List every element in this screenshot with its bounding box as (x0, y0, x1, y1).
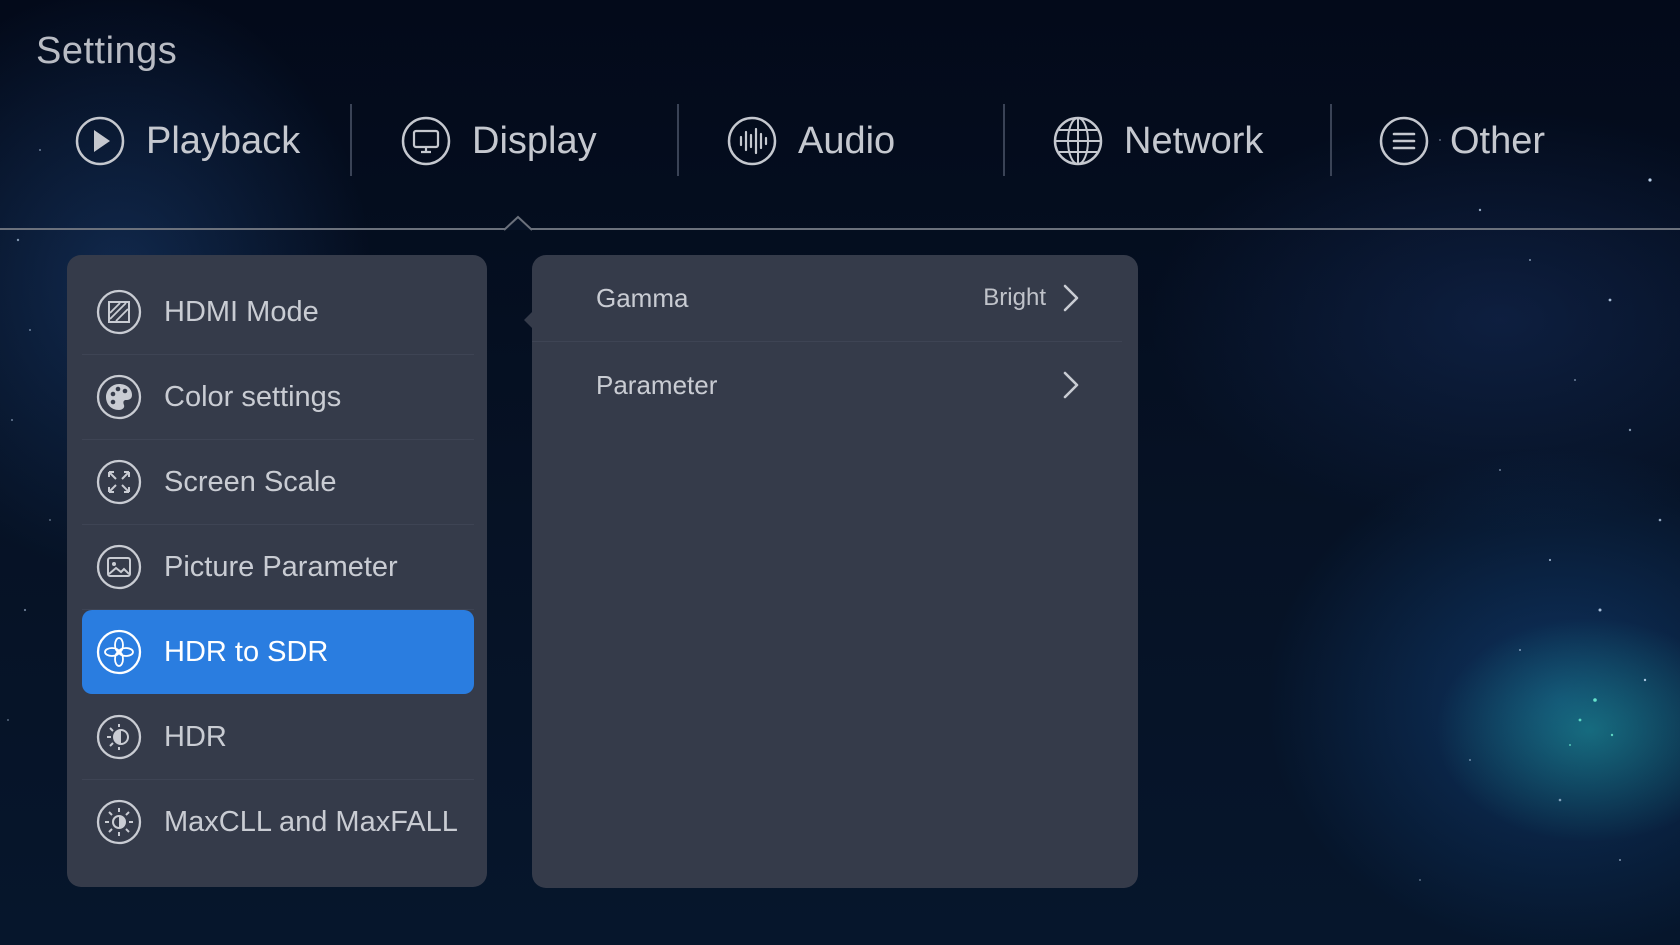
tab-label: Display (472, 119, 597, 162)
half-sun-icon (96, 714, 142, 760)
sidebar-item-color-settings[interactable]: Color settings (82, 355, 474, 440)
sidebar-item-label: HDR to SDR (164, 635, 329, 668)
expand-arrows-icon (96, 459, 142, 505)
gamma-row[interactable]: Gamma Bright (532, 255, 1122, 342)
hdmi-mode-icon (96, 289, 142, 335)
sun-icon (96, 799, 142, 845)
chevron-right-icon (1063, 284, 1079, 312)
tab-underline-divider (0, 228, 1680, 230)
sidebar-item-screen-scale[interactable]: Screen Scale (82, 440, 474, 525)
sidebar-item-picture-parameter[interactable]: Picture Parameter (82, 525, 474, 610)
tab-display[interactable]: Display (400, 100, 597, 182)
gamma-value: Bright (983, 284, 1046, 311)
tab-divider (1330, 104, 1332, 176)
tab-divider (677, 104, 679, 176)
tab-label: Other (1450, 119, 1546, 162)
monitor-icon (400, 115, 452, 167)
sidebar-item-label: MaxCLL and MaxFALL (164, 805, 458, 838)
sidebar-item-label: Color settings (164, 380, 342, 413)
sidebar-item-label: HDMI Mode (164, 295, 319, 328)
tab-other[interactable]: Other (1378, 100, 1545, 182)
tab-divider (1003, 104, 1005, 176)
tab-network[interactable]: Network (1052, 100, 1263, 182)
sidebar-item-hdr[interactable]: HDR (82, 695, 474, 780)
flower-icon (96, 629, 142, 675)
picture-icon (96, 544, 142, 590)
sidebar-item-maxcll-maxfall[interactable]: MaxCLL and MaxFALL (82, 780, 474, 864)
sidebar-item-hdr-to-sdr[interactable]: HDR to SDR (82, 610, 474, 694)
globe-icon (1052, 115, 1104, 167)
gamma-label: Gamma (596, 282, 689, 313)
hdr-to-sdr-detail-panel: Gamma Bright Parameter (532, 255, 1138, 888)
play-icon (74, 115, 126, 167)
sidebar-item-hdmi-mode[interactable]: HDMI Mode (82, 270, 474, 355)
display-submenu-panel: HDMI Mode Color settings Screen Scale Pi… (67, 255, 487, 887)
sidebar-item-label: Screen Scale (164, 465, 337, 498)
parameter-label: Parameter (596, 369, 718, 400)
top-tab-bar: Playback Display Audio Network Other (0, 100, 1680, 182)
parameter-row[interactable]: Parameter (532, 342, 1122, 428)
audio-wave-icon (726, 115, 778, 167)
menu-lines-icon (1378, 115, 1430, 167)
chevron-right-icon (1063, 371, 1079, 399)
sidebar-item-label: Picture Parameter (164, 550, 398, 583)
tab-label: Audio (798, 119, 896, 162)
palette-icon (96, 374, 142, 420)
page-title: Settings (36, 30, 178, 72)
tab-label: Network (1124, 119, 1264, 162)
sidebar-item-label: HDR (164, 720, 227, 753)
tab-divider (350, 104, 352, 176)
tab-playback[interactable]: Playback (74, 100, 300, 182)
tab-audio[interactable]: Audio (726, 100, 895, 182)
active-tab-indicator (504, 215, 532, 231)
tab-label: Playback (146, 119, 301, 162)
